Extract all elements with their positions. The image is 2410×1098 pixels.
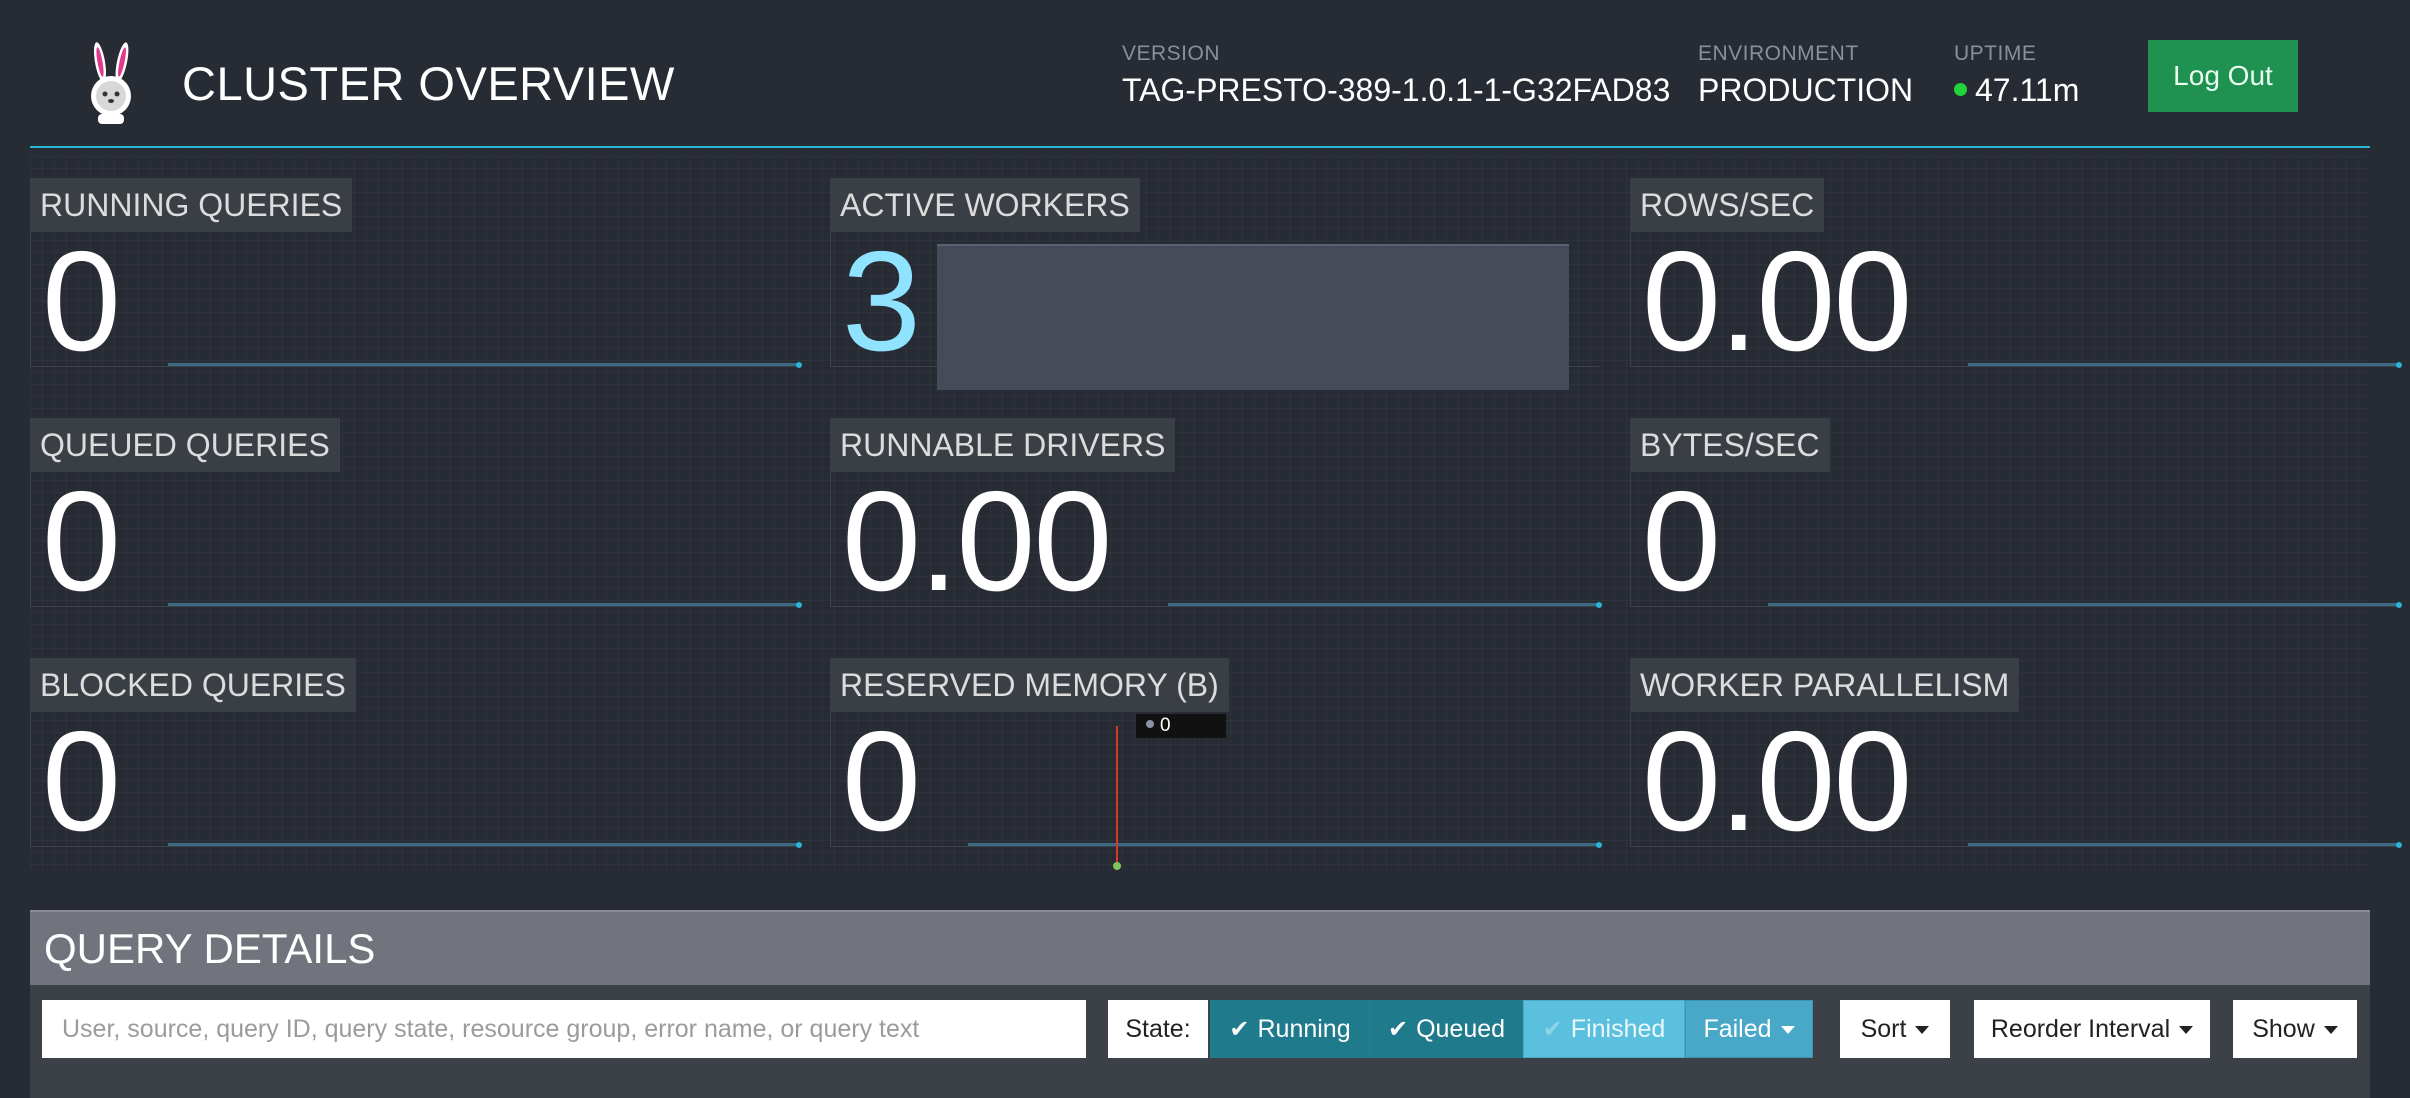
- state-filter-finished[interactable]: ✔ Finished: [1523, 1000, 1685, 1058]
- top-header: CLUSTER OVERVIEW VERSION TAG-PRESTO-389-…: [0, 0, 2410, 148]
- chevron-down-icon: [1780, 1026, 1795, 1034]
- chart-tooltip: 0: [1136, 714, 1226, 738]
- environment-block: ENVIRONMENT PRODUCTION: [1698, 42, 1913, 109]
- check-icon: ✔: [1229, 1015, 1250, 1043]
- tooltip-series-dot: [1146, 719, 1154, 728]
- state-filter-label: Finished: [1570, 1014, 1666, 1043]
- sparkline: [1768, 602, 2402, 608]
- sort-dropdown[interactable]: Sort: [1840, 1000, 1950, 1058]
- query-search-input[interactable]: [42, 1000, 1086, 1058]
- show-dropdown[interactable]: Show: [2233, 1000, 2357, 1058]
- sparkline-end-dot: [1596, 842, 1602, 848]
- stat-active-workers: ACTIVE WORKERS 3: [830, 156, 1600, 390]
- environment-value: PRODUCTION: [1698, 72, 1914, 108]
- stat-worker-parallelism: WORKER PARALLELISM 0.00: [1630, 636, 2402, 853]
- chevron-down-icon: [2323, 1026, 2338, 1034]
- stat-value: 0: [42, 222, 121, 381]
- header-divider: [30, 146, 2370, 148]
- version-block: VERSION TAG-PRESTO-389-1.0.1-1-G32FAD83: [1122, 42, 1670, 109]
- state-filter-failed-dropdown[interactable]: Failed: [1685, 1000, 1813, 1058]
- sparkline: [968, 842, 1602, 848]
- logout-button[interactable]: Log Out: [2148, 40, 2298, 112]
- state-label: State:: [1108, 1000, 1208, 1058]
- sparkline: [1968, 362, 2402, 368]
- chevron-down-icon: [1915, 1026, 1930, 1034]
- chevron-down-icon: [2179, 1026, 2194, 1034]
- stat-frame: [30, 712, 799, 847]
- stat-rows-sec: ROWS/SEC 0.00: [1630, 156, 2402, 373]
- stat-value: 0.00: [842, 462, 1112, 621]
- sparkline: [168, 602, 802, 608]
- uptime-value-row: 47.11m: [1954, 72, 2079, 109]
- check-icon: ✔: [1542, 1015, 1563, 1043]
- tooltip-value: 0: [1160, 715, 1171, 736]
- sort-label: Sort: [1860, 1014, 1907, 1043]
- reorder-interval-dropdown[interactable]: Reorder Interval: [1974, 1000, 2210, 1058]
- stat-frame: [30, 232, 799, 367]
- sparkline-end-dot: [2396, 602, 2402, 608]
- uptime-block: UPTIME 47.11m: [1954, 42, 2079, 109]
- sparkline-end-dot: [796, 602, 802, 608]
- state-filter-label: Queued: [1416, 1014, 1506, 1043]
- stat-value: 0: [1642, 462, 1721, 621]
- stat-reserved-memory: RESERVED MEMORY (B) 0: [830, 636, 1602, 853]
- state-filter-running[interactable]: ✔ Running: [1210, 1000, 1370, 1058]
- sparkline: [1168, 602, 1602, 608]
- sparkline-end-dot: [796, 362, 802, 368]
- state-filter-label: Failed: [1703, 1014, 1772, 1043]
- stat-running-queries: RUNNING QUERIES 0: [30, 156, 802, 373]
- stat-runnable-drivers: RUNNABLE DRIVERS 0.00: [830, 396, 1602, 613]
- stat-value: 0: [842, 702, 921, 861]
- hover-cursor-line: [1116, 726, 1118, 866]
- bunny-logo-icon: [91, 42, 131, 124]
- page-title: CLUSTER OVERVIEW: [182, 57, 675, 110]
- uptime-label: UPTIME: [1954, 42, 2037, 65]
- stat-frame: [1630, 472, 2399, 607]
- stat-value: 0: [42, 702, 121, 861]
- stat-queued-queries: QUEUED QUERIES 0: [30, 396, 802, 613]
- version-value: TAG-PRESTO-389-1.0.1-1-G32FAD83: [1122, 72, 1671, 108]
- stat-frame: [30, 472, 799, 607]
- sparkline-end-dot: [1596, 602, 1602, 608]
- query-details-header: QUERY DETAILS: [30, 910, 2370, 985]
- stat-value: 0: [42, 462, 121, 621]
- hover-point-dot: [1113, 862, 1121, 870]
- sparkline: [168, 362, 802, 368]
- state-filter-queued[interactable]: ✔ Queued: [1370, 1000, 1523, 1058]
- stat-value: 0.00: [1642, 702, 1912, 861]
- sparkline-end-dot: [2396, 362, 2402, 368]
- query-details-toolbar: State: ✔Running ✔Queued ✔Finished Failed…: [30, 985, 2370, 1098]
- stat-value: 0.00: [1642, 222, 1912, 381]
- stat-bytes-sec: BYTES/SEC 0: [1630, 396, 2402, 613]
- workers-bar: [937, 244, 1569, 390]
- version-label: VERSION: [1122, 42, 1221, 65]
- environment-label: ENVIRONMENT: [1698, 42, 1859, 65]
- stat-blocked-queries: BLOCKED QUERIES 0: [30, 636, 802, 853]
- show-label: Show: [2252, 1014, 2315, 1043]
- state-filter-label: Running: [1257, 1014, 1351, 1043]
- sparkline: [1968, 842, 2402, 848]
- check-icon: ✔: [1387, 1015, 1409, 1043]
- sparkline-end-dot: [796, 842, 802, 848]
- reorder-interval-label: Reorder Interval: [1990, 1014, 2171, 1043]
- query-details-title: QUERY DETAILS: [44, 924, 376, 972]
- sparkline-end-dot: [2396, 842, 2402, 848]
- uptime-value: 47.11m: [1975, 72, 2080, 108]
- sparkline: [168, 842, 802, 848]
- stat-value: 3: [842, 222, 921, 381]
- status-dot-icon: [1954, 83, 1967, 97]
